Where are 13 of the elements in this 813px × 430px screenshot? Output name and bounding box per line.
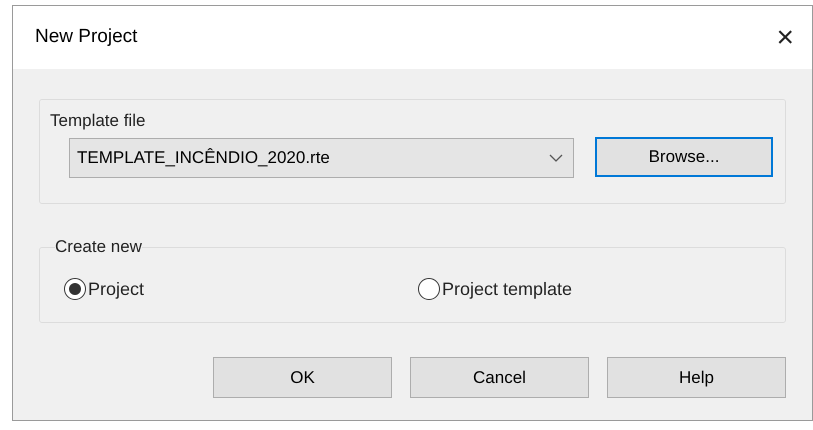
chevron-down-icon	[549, 154, 563, 162]
radio-button[interactable]	[418, 278, 440, 300]
group-label: Template file	[50, 110, 146, 132]
browse-button[interactable]: Browse...	[595, 137, 773, 177]
template-dropdown[interactable]: TEMPLATE_INCÊNDIO_2020.rte	[69, 138, 574, 178]
window-title: New Project	[35, 25, 138, 50]
close-button[interactable]: ×	[772, 22, 798, 52]
dialog-button[interactable]: OK	[213, 357, 392, 398]
radio-label[interactable]: Project	[88, 276, 144, 302]
dialog-button[interactable]: Cancel	[410, 357, 589, 398]
radio-button[interactable]	[64, 278, 86, 300]
dialog-button[interactable]: Help	[607, 357, 786, 398]
radio-label[interactable]: Project template	[442, 276, 572, 302]
